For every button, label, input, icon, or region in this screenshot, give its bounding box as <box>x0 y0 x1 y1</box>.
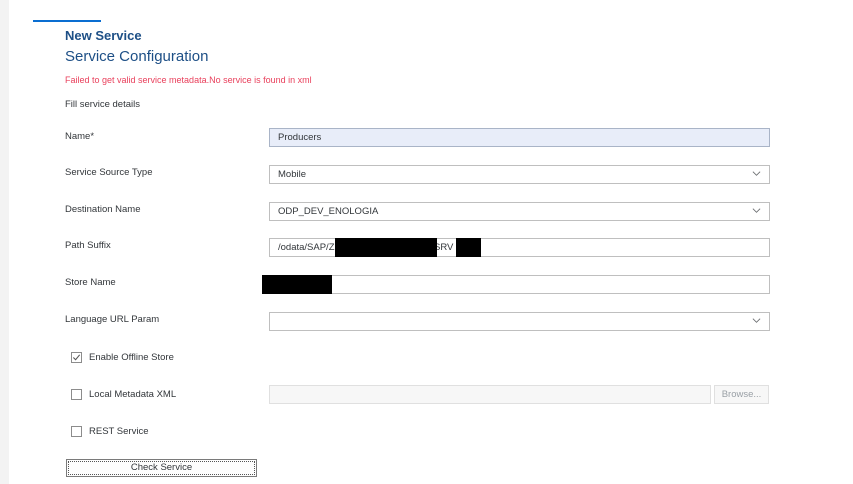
page-title: New Service <box>65 28 142 43</box>
store-name-input[interactable] <box>269 275 770 294</box>
section-heading: Fill service details <box>65 99 140 110</box>
name-input[interactable]: Producers <box>269 128 770 147</box>
redacted-block <box>456 238 481 257</box>
language-select[interactable] <box>269 312 770 331</box>
top-accent-line <box>33 20 101 22</box>
chevron-down-icon <box>752 318 761 323</box>
redacted-block <box>335 238 437 257</box>
chevron-down-icon <box>752 208 761 213</box>
rest-service-label: REST Service <box>89 426 149 437</box>
local-metadata-option[interactable]: Local Metadata XML <box>71 389 176 400</box>
browse-button[interactable]: Browse... <box>714 385 769 404</box>
destination-select[interactable]: ODP_DEV_ENOLOGIA <box>269 202 770 221</box>
name-label: Name* <box>65 131 95 142</box>
checkmark-icon <box>72 354 81 361</box>
destination-label: Destination Name <box>65 204 141 215</box>
local-metadata-label: Local Metadata XML <box>89 389 177 400</box>
store-name-label: Store Name <box>65 277 116 288</box>
rest-service-option[interactable]: REST Service <box>71 426 148 437</box>
language-label: Language URL Param <box>65 314 160 325</box>
offline-store-option[interactable]: Enable Offline Store <box>71 352 174 363</box>
error-message: Failed to get valid service metadata.No … <box>65 75 312 85</box>
offline-store-checkbox[interactable] <box>71 352 82 363</box>
local-metadata-checkbox[interactable] <box>71 389 82 400</box>
source-type-value: Mobile <box>278 169 306 180</box>
metadata-file-input[interactable] <box>269 385 711 404</box>
rest-service-checkbox[interactable] <box>71 426 82 437</box>
path-suffix-prefix: /odata/SAP/Z <box>278 242 335 253</box>
destination-value: ODP_DEV_ENOLOGIA <box>278 206 379 217</box>
source-type-select[interactable]: Mobile <box>269 165 770 184</box>
path-suffix-label: Path Suffix <box>65 240 111 251</box>
redacted-block <box>262 275 332 294</box>
name-input-value: Producers <box>278 132 322 143</box>
page-subtitle: Service Configuration <box>65 48 209 65</box>
offline-store-label: Enable Offline Store <box>89 352 174 363</box>
check-service-button[interactable]: Check Service <box>66 459 257 477</box>
chevron-down-icon <box>752 171 761 176</box>
source-type-label: Service Source Type <box>65 167 153 178</box>
